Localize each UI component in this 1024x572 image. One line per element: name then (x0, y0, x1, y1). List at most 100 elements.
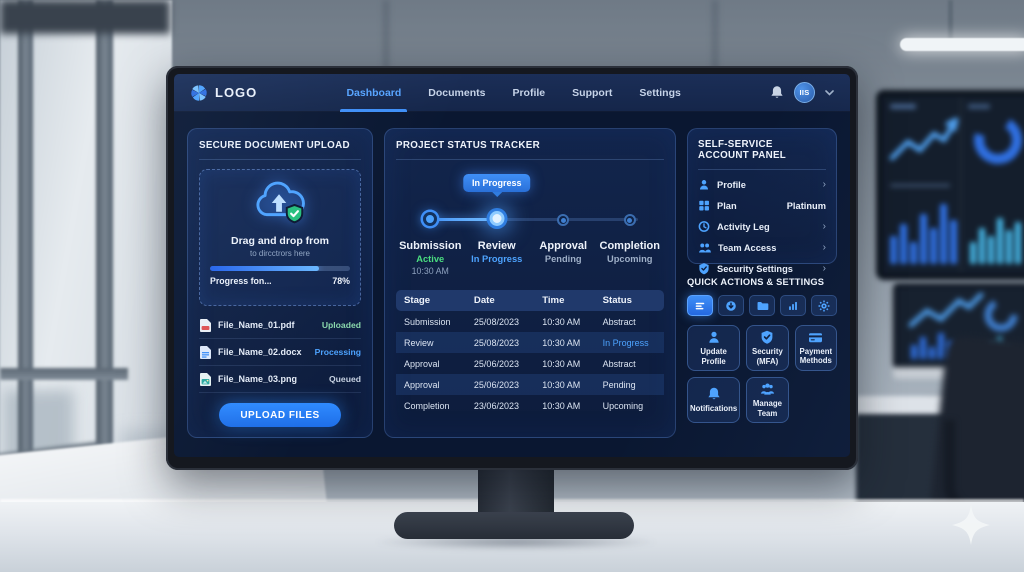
account-item-plan[interactable]: Plan Platinum (698, 195, 826, 216)
bar-chart-icon (789, 301, 797, 310)
office-photo-scene: LOGO Dashboard Documents Profile Support… (0, 0, 1024, 572)
secure-document-upload-panel: SECURE DOCUMENT UPLOAD Drag and drop fro… (187, 128, 373, 438)
shield-icon (699, 263, 709, 275)
file-dropzone[interactable]: Drag and drop from to dircctrors here Pr… (199, 168, 361, 307)
timeline-step-review[interactable]: In Progress Review In Progress (462, 160, 531, 288)
manage-team-card[interactable]: Manage Team (746, 377, 789, 423)
nav-tab-documents[interactable]: Documents (428, 74, 485, 112)
nav-tab-settings[interactable]: Settings (639, 74, 680, 112)
settings-toolbar-button[interactable] (811, 295, 837, 316)
upload-progress-fill (210, 265, 320, 271)
account-item-team-access[interactable]: Team Access › (698, 237, 826, 258)
logo[interactable]: LOGO (190, 84, 257, 102)
self-service-account-panel: SELF-SERVICE ACCOUNT PANEL Profile › Pla… (687, 128, 837, 275)
nav-tab-profile[interactable]: Profile (512, 74, 545, 112)
logo-text: LOGO (215, 85, 258, 100)
cloud-upload-icon (250, 181, 310, 232)
bell-icon[interactable] (770, 85, 784, 100)
chevron-right-icon: › (822, 263, 826, 274)
divider (698, 169, 826, 170)
folder-toolbar-button[interactable] (749, 295, 775, 316)
folder-icon (757, 301, 768, 310)
chevron-right-icon: › (822, 179, 826, 190)
account-item-profile[interactable]: Profile › (698, 174, 826, 195)
quick-action-cards: Update Profile Security (MFA) Payment Me… (687, 325, 837, 423)
table-row: Approval 25/06/2023 10:30 AM Abstract (404, 358, 636, 369)
timeline-node-current (489, 211, 505, 226)
divider (199, 159, 361, 160)
status-table: Stage Date Time Status Submission 25/08/2… (396, 290, 664, 416)
account-item-activity-log[interactable]: Activity Leg › (698, 216, 826, 237)
table-row: Submission 25/08/2023 10:30 AM Abstract (404, 316, 636, 327)
monitor-stand-neck (478, 466, 554, 516)
payment-methods-card[interactable]: Payment Methods (794, 325, 837, 371)
menu-toolbar-button[interactable] (687, 295, 713, 316)
light-fixture-stem (948, 0, 953, 42)
upload-progress-bar (210, 265, 350, 271)
menu-icon (695, 302, 705, 309)
monitor: LOGO Dashboard Documents Profile Support… (166, 66, 858, 470)
account-item-security-settings[interactable]: Security Settings › (698, 258, 826, 279)
timeline-step-approval[interactable]: Approval Pending (530, 160, 597, 288)
status-timeline: Submission Active 10:30 AM In Progress R… (396, 160, 664, 288)
card-label: Manage Team (752, 399, 782, 418)
docx-file-icon (200, 345, 211, 359)
chevron-right-icon: › (822, 242, 826, 253)
monitor-screen: LOGO Dashboard Documents Profile Support… (174, 74, 850, 457)
step-status: In Progress (471, 254, 523, 264)
background-charts (889, 98, 1022, 272)
timeline-steps: Submission Active 10:30 AM In Progress R… (396, 160, 664, 288)
user-avatar[interactable]: IIS (794, 82, 815, 103)
col-date: Date (465, 290, 535, 311)
progress-label: Progress fon... (210, 275, 272, 286)
download-icon (726, 300, 736, 311)
dashboard-body: SECURE DOCUMENT UPLOAD Drag and drop fro… (187, 128, 837, 438)
upload-files-button[interactable]: UPLOAD FILES (219, 403, 341, 427)
uploaded-file-list: File_Name_01.pdf Uploaded File_Name_02.d… (199, 312, 361, 394)
progress-labels: Progress fon... 78% (210, 276, 350, 286)
account-item-label: Profile (717, 179, 746, 190)
step-status: Active (416, 254, 445, 264)
team-icon (760, 383, 775, 395)
step-time: 10:30 AM (411, 266, 449, 276)
chevron-right-icon: › (822, 221, 826, 232)
quick-actions-title: QUICK ACTIONS & SETTINGS (687, 277, 825, 287)
card-label: Payment Methods (799, 346, 833, 365)
chevron-down-icon[interactable] (825, 89, 834, 96)
update-profile-card[interactable]: Update Profile (687, 325, 741, 371)
file-row-png[interactable]: File_Name_03.png Queued (199, 366, 361, 394)
quick-actions-toolbar (687, 295, 837, 316)
analytics-toolbar-button[interactable] (780, 295, 806, 316)
plan-value: Platinum (786, 200, 826, 211)
nav-tab-dashboard[interactable]: Dashboard (340, 74, 408, 112)
table-row: Completion 23/06/2023 10:30 AM Upcoming (404, 400, 644, 411)
topbar-right-controls: IIS (770, 82, 834, 103)
timeline-node-done (423, 212, 438, 226)
account-item-label: Plan (717, 200, 737, 211)
in-progress-tooltip: In Progress (462, 174, 531, 192)
logo-pinwheel-icon (191, 84, 207, 101)
ceiling-shadow (0, 0, 170, 34)
file-status-uploaded: Uploaded (321, 320, 361, 331)
col-status: Status (594, 290, 664, 311)
dropzone-subtitle: to dircctrors here (249, 248, 311, 258)
credit-card-icon (809, 332, 823, 342)
project-status-tracker-panel: PROJECT STATUS TRACKER Submission Active (384, 128, 676, 438)
main-navigation: Dashboard Documents Profile Support Sett… (257, 74, 770, 112)
timeline-step-submission[interactable]: Submission Active 10:30 AM (397, 160, 464, 288)
timeline-step-completion[interactable]: Completion Upcoming (597, 160, 664, 288)
step-title: Review (477, 240, 516, 252)
window-frame (0, 368, 128, 380)
tracker-panel-title: PROJECT STATUS TRACKER (396, 140, 540, 151)
security-mfa-card[interactable]: Security (MFA) (746, 325, 789, 371)
card-label: Update Profile (700, 347, 727, 366)
nav-tab-support[interactable]: Support (572, 74, 612, 112)
account-items: Profile › Plan Platinum Activity Leg › T… (698, 174, 826, 279)
file-row-pdf[interactable]: File_Name_01.pdf Uploaded (199, 312, 361, 340)
status-table-header: Stage Date Time Status (396, 290, 664, 311)
background-monitor-dashboard (876, 90, 1024, 280)
file-status-queued: Queued (329, 374, 361, 385)
file-row-docx[interactable]: File_Name_02.docx Processing (199, 339, 361, 367)
download-toolbar-button[interactable] (718, 295, 744, 316)
notifications-card[interactable]: Notifications (687, 377, 741, 423)
